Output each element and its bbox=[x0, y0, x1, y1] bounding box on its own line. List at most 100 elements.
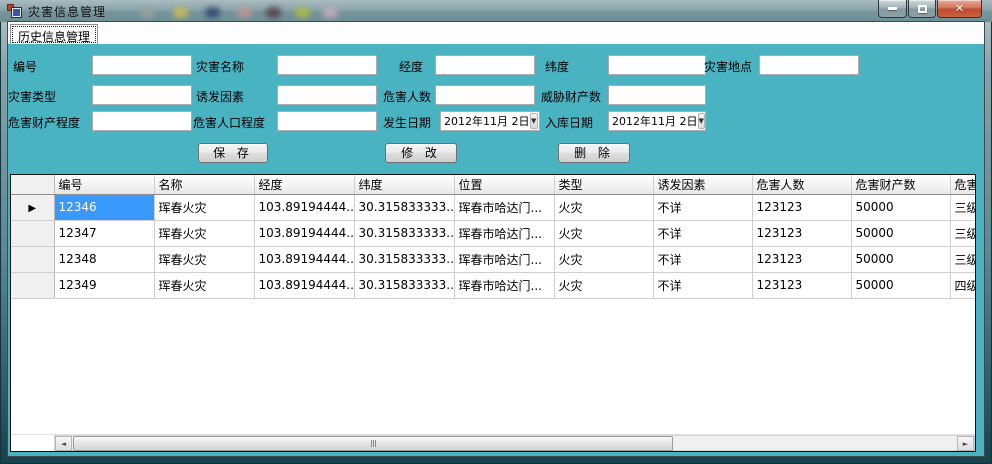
grid-cell[interactable]: 12349 bbox=[54, 272, 154, 298]
entry-date-picker[interactable]: 2012年11月 2日 ▼ bbox=[608, 111, 706, 131]
table-row: ▶ 12346珲春火灾103.89194444...30.315833333...… bbox=[11, 194, 976, 220]
column-header[interactable]: 经度 bbox=[254, 175, 354, 194]
tab-history-info[interactable]: 历史信息管理 bbox=[10, 24, 98, 44]
column-header[interactable]: 危害财产数 bbox=[851, 175, 950, 194]
close-icon: ✕ bbox=[955, 3, 964, 14]
minimize-icon bbox=[888, 7, 897, 10]
chevron-down-icon[interactable]: ▼ bbox=[530, 113, 539, 129]
table-row: 12347珲春火灾103.89194444...30.315833333...珲… bbox=[11, 220, 976, 246]
grid-cell[interactable]: 123123 bbox=[752, 194, 851, 220]
grid-cell[interactable]: 30.315833333... bbox=[354, 246, 454, 272]
grid-cell[interactable]: 103.89194444... bbox=[254, 246, 354, 272]
label-property-damage-degree: 危害财产程度 bbox=[8, 114, 80, 131]
grid-cell[interactable]: 50000 bbox=[851, 194, 950, 220]
latitude-input[interactable] bbox=[608, 55, 706, 75]
background-blur-icon bbox=[266, 7, 281, 18]
occurrence-date-picker[interactable]: 2012年11月 2日 ▼ bbox=[440, 111, 540, 131]
label-latitude: 纬度 bbox=[545, 58, 569, 75]
grid-cell[interactable]: 103.89194444... bbox=[254, 220, 354, 246]
maximize-icon bbox=[918, 5, 927, 13]
grid-cell[interactable]: 珲春火灾 bbox=[154, 246, 254, 272]
grid-header: 编号名称经度纬度位置类型诱发因素危害人数危害财产数危害 bbox=[11, 175, 976, 194]
location-input[interactable] bbox=[759, 55, 859, 75]
affected-people-input[interactable] bbox=[435, 85, 535, 105]
grid-cell[interactable]: 30.315833333... bbox=[354, 194, 454, 220]
column-header[interactable]: 位置 bbox=[454, 175, 554, 194]
column-header[interactable]: 编号 bbox=[54, 175, 154, 194]
grid-cell[interactable]: 珲春市哈达门... bbox=[454, 220, 554, 246]
grid-cell[interactable]: 三级 bbox=[950, 194, 976, 220]
grid-cell[interactable]: 珲春市哈达门... bbox=[454, 194, 554, 220]
table-row: 12349珲春火灾103.89194444...30.315833333...珲… bbox=[11, 272, 976, 298]
row-selector[interactable] bbox=[11, 272, 54, 298]
grid-cell[interactable]: 50000 bbox=[851, 272, 950, 298]
column-header[interactable]: 危害 bbox=[950, 175, 976, 194]
row-selector[interactable]: ▶ bbox=[11, 194, 54, 220]
delete-button[interactable]: 删 除 bbox=[558, 143, 630, 163]
grid-cell[interactable]: 30.315833333... bbox=[354, 220, 454, 246]
grid-cell[interactable]: 不详 bbox=[653, 246, 752, 272]
label-disaster-name: 灾害名称 bbox=[196, 58, 244, 75]
title-bar[interactable]: 灾害信息管理 ✕ bbox=[0, 0, 992, 22]
grid-cell[interactable]: 12347 bbox=[54, 220, 154, 246]
grid-cell[interactable]: 三级 bbox=[950, 220, 976, 246]
grid-cell[interactable]: 103.89194444... bbox=[254, 194, 354, 220]
disaster-name-input[interactable] bbox=[277, 55, 377, 75]
label-location: 灾害地点 bbox=[704, 58, 752, 75]
grid-cell[interactable]: 50000 bbox=[851, 220, 950, 246]
close-button[interactable]: ✕ bbox=[937, 0, 982, 18]
occurrence-date-value: 2012年11月 2日 bbox=[441, 113, 530, 129]
column-header[interactable]: 名称 bbox=[154, 175, 254, 194]
scroll-left-icon[interactable]: ◄ bbox=[55, 436, 72, 451]
grid-cell[interactable]: 火灾 bbox=[554, 246, 653, 272]
grid-cell[interactable]: 12346 bbox=[54, 194, 154, 220]
trigger-factor-input[interactable] bbox=[277, 85, 377, 105]
grid-cell[interactable]: 火灾 bbox=[554, 272, 653, 298]
number-input[interactable] bbox=[92, 55, 192, 75]
row-selector[interactable] bbox=[11, 220, 54, 246]
longitude-input[interactable] bbox=[435, 55, 535, 75]
grid-cell[interactable]: 103.89194444... bbox=[254, 272, 354, 298]
maximize-button[interactable] bbox=[908, 0, 936, 18]
label-longitude: 经度 bbox=[399, 58, 423, 75]
grid-cell[interactable]: 珲春市哈达门... bbox=[454, 272, 554, 298]
modify-button[interactable]: 修 改 bbox=[385, 143, 457, 163]
grid-cell[interactable]: 珲春火灾 bbox=[154, 194, 254, 220]
property-damage-degree-input[interactable] bbox=[92, 111, 192, 131]
label-affected-people: 危害人数 bbox=[383, 88, 431, 105]
grid-cell[interactable]: 50000 bbox=[851, 246, 950, 272]
grid-cell[interactable]: 三级 bbox=[950, 246, 976, 272]
save-button[interactable]: 保 存 bbox=[198, 143, 268, 163]
scrollbar-thumb[interactable] bbox=[73, 436, 673, 451]
row-selector-header[interactable] bbox=[11, 175, 54, 194]
scroll-right-icon[interactable]: ► bbox=[957, 436, 974, 451]
column-header[interactable]: 诱发因素 bbox=[653, 175, 752, 194]
label-disaster-type: 灾害类型 bbox=[8, 88, 56, 105]
column-header[interactable]: 危害人数 bbox=[752, 175, 851, 194]
minimize-button[interactable] bbox=[878, 0, 907, 18]
scrollbar-track[interactable]: ◄ ► bbox=[54, 435, 975, 451]
grid-cell[interactable]: 珲春火灾 bbox=[154, 272, 254, 298]
grid-cell[interactable]: 珲春火灾 bbox=[154, 220, 254, 246]
threatened-property-input[interactable] bbox=[608, 85, 706, 105]
grid-cell[interactable]: 123123 bbox=[752, 272, 851, 298]
grid-cell[interactable]: 123123 bbox=[752, 220, 851, 246]
column-header[interactable]: 纬度 bbox=[354, 175, 454, 194]
grid-cell[interactable]: 不详 bbox=[653, 272, 752, 298]
column-header[interactable]: 类型 bbox=[554, 175, 653, 194]
grid-cell[interactable]: 不详 bbox=[653, 220, 752, 246]
grid-cell[interactable]: 不详 bbox=[653, 194, 752, 220]
disaster-type-input[interactable] bbox=[92, 85, 192, 105]
grid-cell[interactable]: 火灾 bbox=[554, 220, 653, 246]
current-row-arrow-icon: ▶ bbox=[28, 203, 36, 214]
chevron-down-icon[interactable]: ▼ bbox=[698, 113, 705, 129]
grid-cell[interactable]: 12348 bbox=[54, 246, 154, 272]
grid-cell[interactable]: 四级 bbox=[950, 272, 976, 298]
grid-cell[interactable]: 123123 bbox=[752, 246, 851, 272]
grid-cell[interactable]: 珲春市哈达门... bbox=[454, 246, 554, 272]
grid-cell[interactable]: 火灾 bbox=[554, 194, 653, 220]
grid-cell[interactable]: 30.315833333... bbox=[354, 272, 454, 298]
app-icon bbox=[7, 4, 23, 19]
row-selector[interactable] bbox=[11, 246, 54, 272]
population-damage-degree-input[interactable] bbox=[277, 111, 377, 131]
